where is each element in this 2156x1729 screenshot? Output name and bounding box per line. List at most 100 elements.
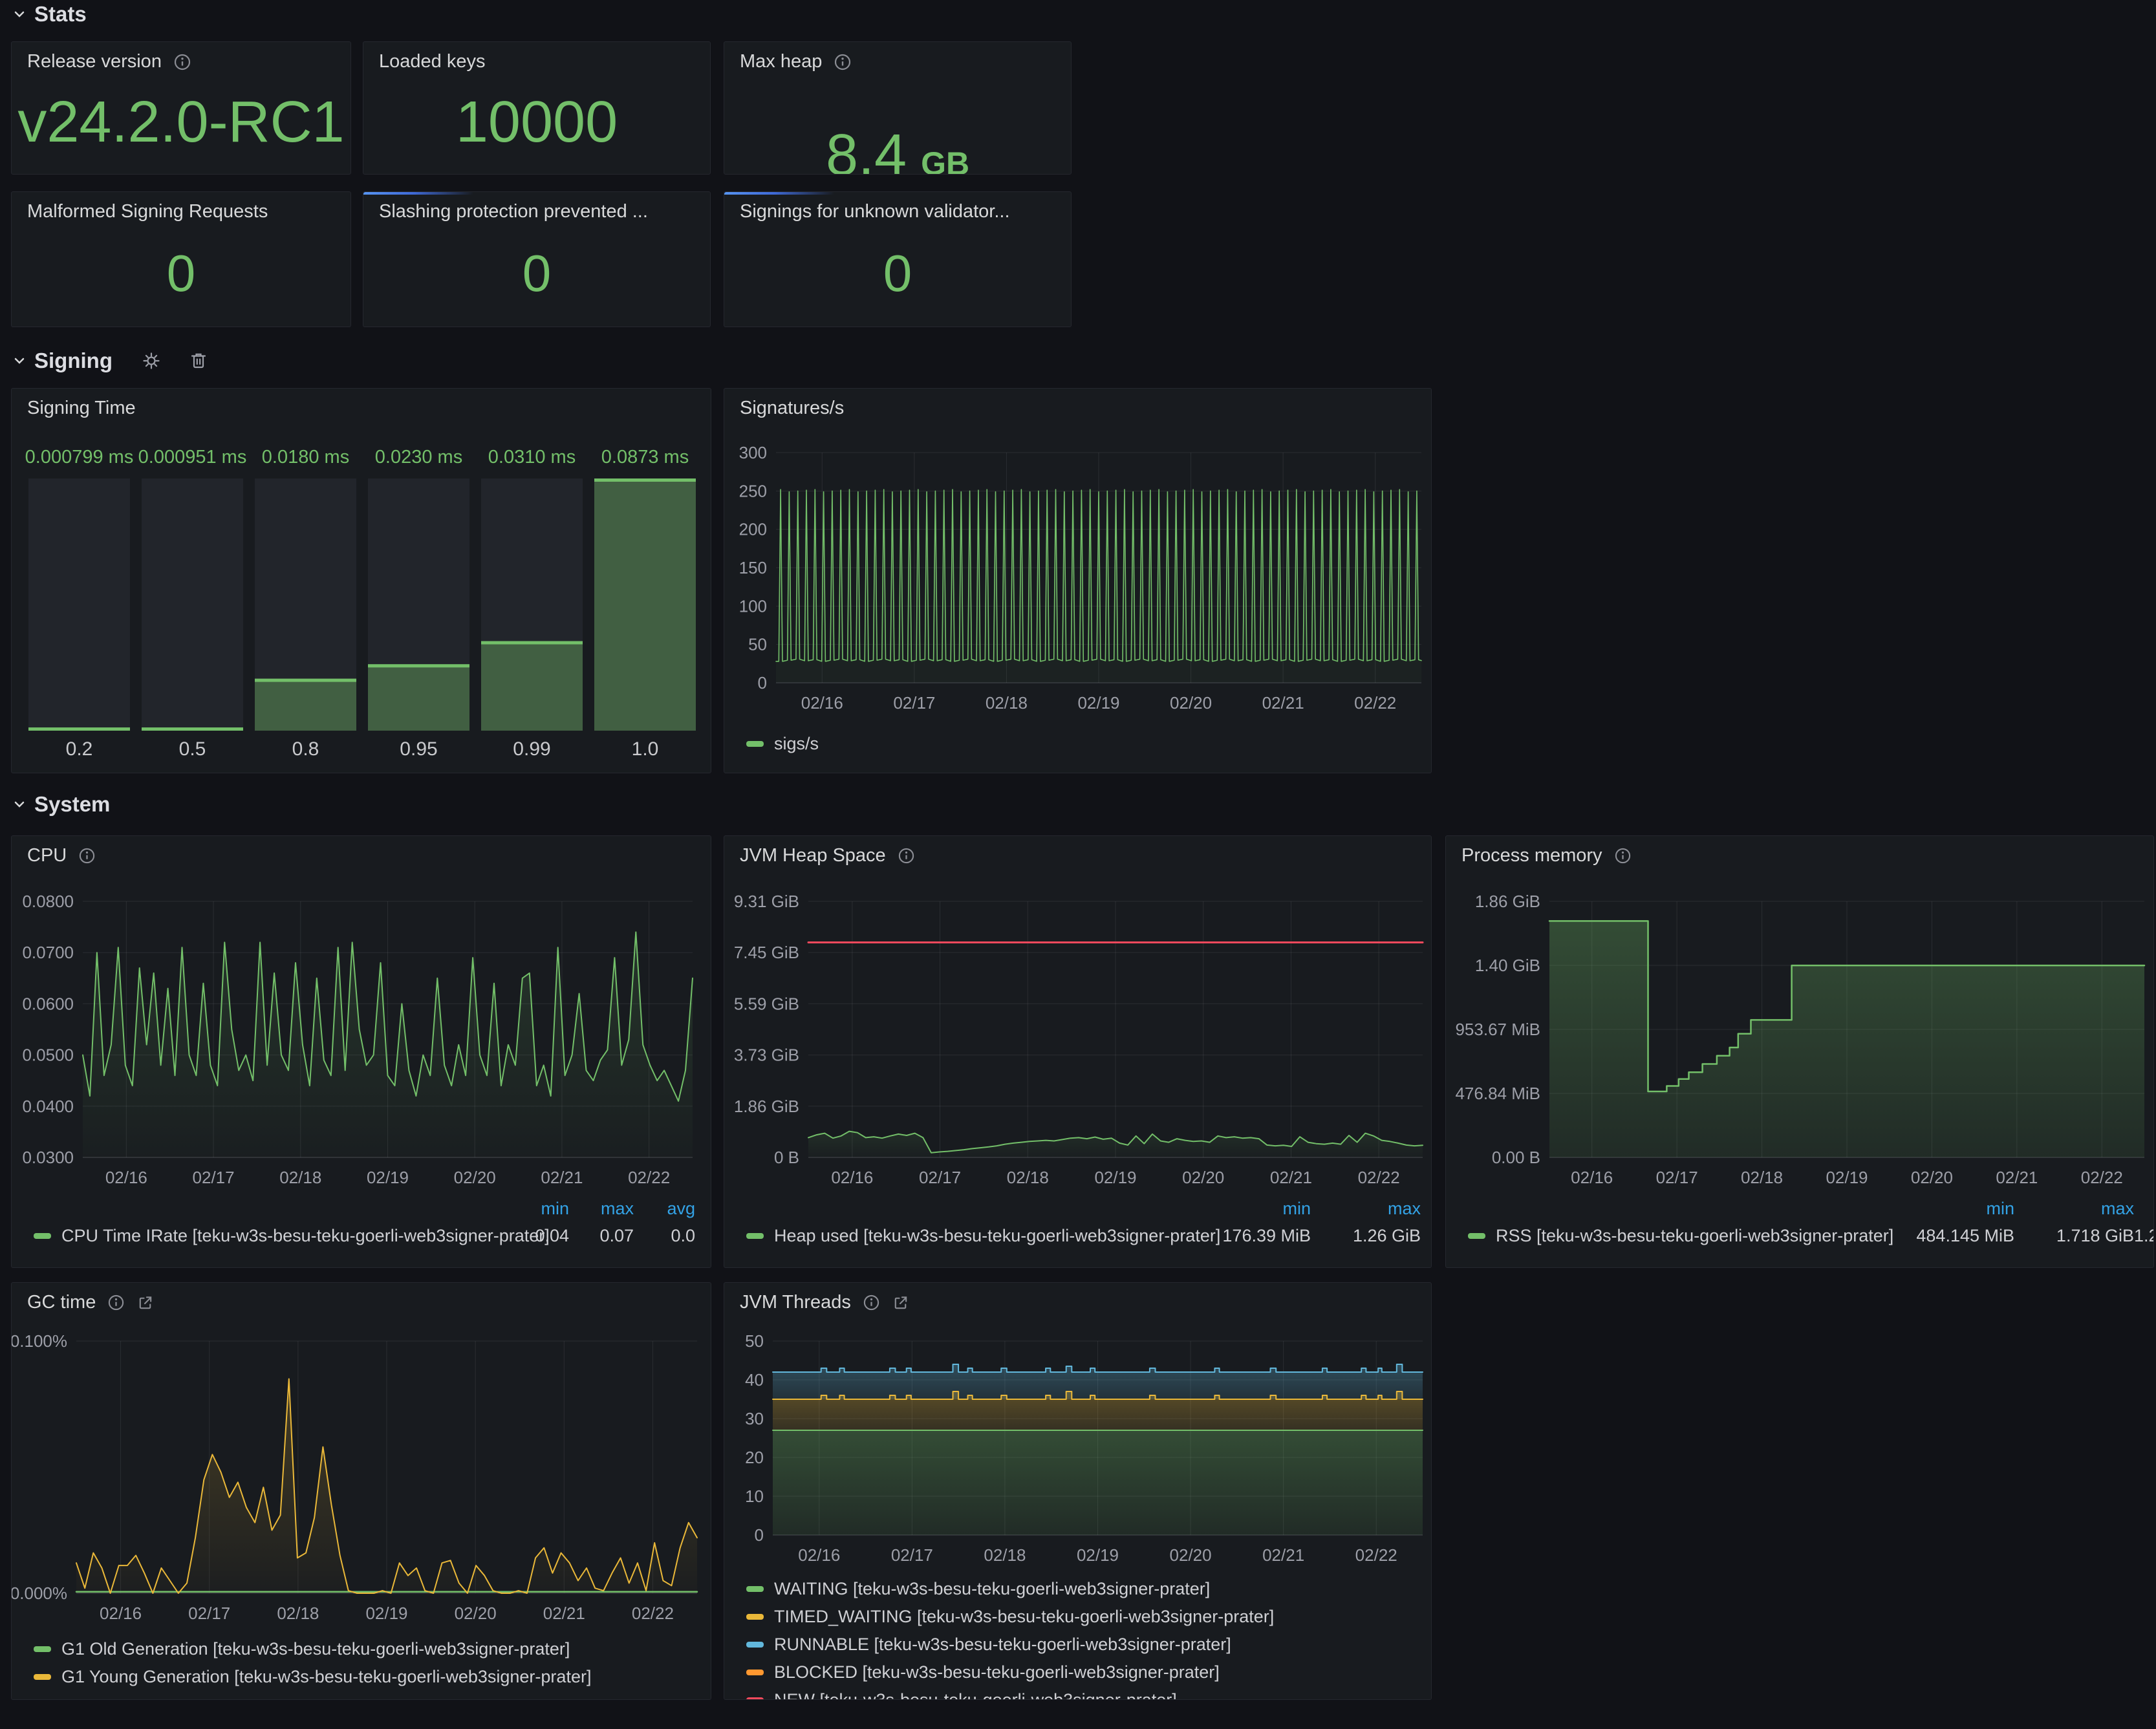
svg-text:7.45 GiB: 7.45 GiB <box>734 943 799 962</box>
panel-cpu[interactable]: CPU 02/1602/1702/1802/1902/2002/2102/220… <box>11 835 711 1268</box>
svg-text:0.000799 ms: 0.000799 ms <box>25 447 134 467</box>
legend-label[interactable]: RSS [teku-w3s-besu-teku-goerli-web3signe… <box>1496 1226 1893 1246</box>
panel-max-heap[interactable]: Max heap 8.4GB <box>724 41 1072 175</box>
panel-signatures[interactable]: Signatures/s 02/1602/1702/1802/1902/2002… <box>724 388 1432 773</box>
legend-item[interactable]: TIMED_WAITING [teku-w3s-besu-teku-goerli… <box>746 1603 1421 1631</box>
svg-text:02/17: 02/17 <box>891 1545 933 1565</box>
legend-label[interactable]: sigs/s <box>774 734 819 754</box>
trash-icon[interactable] <box>189 350 208 371</box>
legend-item[interactable]: BLOCKED [teku-w3s-besu-teku-goerli-web3s… <box>746 1659 1421 1686</box>
legend-label[interactable]: WAITING [teku-w3s-besu-teku-goerli-web3s… <box>774 1579 1210 1599</box>
legend-label[interactable]: NEW [teku-w3s-besu-teku-goerli-web3signe… <box>774 1690 1177 1700</box>
legend-swatch <box>746 1670 764 1675</box>
legend-label[interactable]: G1 Young Generation [teku-w3s-besu-teku-… <box>61 1667 591 1687</box>
legend-item[interactable]: sigs/s <box>746 730 1421 758</box>
gc-time-legend: G1 Old Generation [teku-w3s-besu-teku-go… <box>34 1635 700 1691</box>
panel-title[interactable]: Max heap <box>740 51 852 72</box>
section-label: System <box>34 792 110 817</box>
legend-stat-header[interactable]: min <box>1895 1199 2014 1219</box>
panel-process-memory[interactable]: Process memory 02/1602/1702/1802/1902/20… <box>1445 835 2154 1268</box>
legend-item[interactable]: RUNNABLE [teku-w3s-besu-teku-goerli-web3… <box>746 1631 1421 1659</box>
panel-title[interactable]: Slashing protection prevented ... <box>379 201 648 222</box>
legend-stat-value: 0.07 <box>569 1226 634 1246</box>
legend-stat-header[interactable]: max <box>569 1199 634 1219</box>
legend-item[interactable]: CPU Time IRate [teku-w3s-besu-teku-goerl… <box>34 1221 695 1250</box>
panel-loading-bar <box>363 192 473 195</box>
svg-text:5.59 GiB: 5.59 GiB <box>734 994 799 1013</box>
svg-text:0.99: 0.99 <box>513 738 550 760</box>
legend-swatch <box>34 1646 51 1652</box>
panel-unknown-validator[interactable]: Signings for unknown validator... 0 <box>724 191 1072 327</box>
legend-swatch <box>746 1586 764 1592</box>
legend-stat-header[interactable]: min <box>504 1199 569 1219</box>
stat-value: 0 <box>12 227 350 320</box>
panel-title-text: Malformed Signing Requests <box>27 201 268 222</box>
svg-text:0.00 B: 0.00 B <box>1492 1148 1540 1167</box>
panel-title-text: Slashing protection prevented ... <box>379 201 648 222</box>
legend-item[interactable]: WAITING [teku-w3s-besu-teku-goerli-web3s… <box>746 1575 1421 1603</box>
legend-label[interactable]: CPU Time IRate [teku-w3s-besu-teku-goerl… <box>61 1226 550 1246</box>
svg-text:02/22: 02/22 <box>2081 1168 2123 1187</box>
stat-value: v24.2.0-RC1 <box>12 77 350 167</box>
legend-stat-header[interactable]: avg <box>634 1199 695 1219</box>
svg-text:20: 20 <box>745 1448 764 1467</box>
section-header-system[interactable]: System <box>14 790 110 819</box>
panel-title[interactable]: Malformed Signing Requests <box>27 201 268 222</box>
panel-title[interactable]: Release version <box>27 51 191 72</box>
svg-text:02/22: 02/22 <box>628 1168 670 1187</box>
svg-text:02/19: 02/19 <box>1094 1168 1136 1187</box>
legend-item[interactable]: G1 Young Generation [teku-w3s-besu-teku-… <box>34 1663 700 1691</box>
panel-loaded-keys[interactable]: Loaded keys 10000 <box>363 41 711 175</box>
svg-text:1.40 GiB: 1.40 GiB <box>1475 956 1540 975</box>
svg-text:02/19: 02/19 <box>367 1168 409 1187</box>
svg-text:100: 100 <box>739 596 767 616</box>
panel-slashing-prevented[interactable]: Slashing protection prevented ... 0 <box>363 191 711 327</box>
legend-item[interactable]: G1 Old Generation [teku-w3s-besu-teku-go… <box>34 1635 700 1663</box>
legend-label[interactable]: TIMED_WAITING [teku-w3s-besu-teku-goerli… <box>774 1607 1274 1627</box>
info-icon[interactable] <box>834 53 852 71</box>
svg-text:02/17: 02/17 <box>893 693 935 713</box>
svg-text:0.5: 0.5 <box>179 738 206 760</box>
svg-text:02/22: 02/22 <box>1354 693 1396 713</box>
panel-jvm-heap[interactable]: JVM Heap Space 02/1602/1702/1802/1902/20… <box>724 835 1432 1268</box>
legend-swatch <box>1468 1233 1485 1239</box>
legend-label[interactable]: G1 Old Generation [teku-w3s-besu-teku-go… <box>61 1639 570 1659</box>
gear-icon[interactable] <box>141 350 162 371</box>
panel-title[interactable]: Loaded keys <box>379 51 485 72</box>
svg-text:0.100%: 0.100% <box>12 1331 67 1351</box>
panel-title[interactable]: Signings for unknown validator... <box>740 201 1010 222</box>
legend-item[interactable]: NEW [teku-w3s-besu-teku-goerli-web3signe… <box>746 1686 1421 1700</box>
svg-text:40: 40 <box>745 1370 764 1390</box>
svg-text:250: 250 <box>739 481 767 500</box>
legend-item[interactable]: Heap used [teku-w3s-besu-teku-goerli-web… <box>746 1221 1421 1250</box>
legend-item[interactable]: RSS [teku-w3s-besu-teku-goerli-web3signe… <box>1468 1221 2154 1250</box>
legend-stat-header[interactable]: min <box>1201 1199 1311 1219</box>
svg-text:0.0310 ms: 0.0310 ms <box>488 447 576 467</box>
panel-title-text: Signings for unknown validator... <box>740 201 1010 222</box>
signatures-chart[interactable]: 02/1602/1702/1802/1902/2002/2102/2205010… <box>724 389 1432 773</box>
panel-signing-time[interactable]: Signing Time 0.000799 ms0.20.000951 ms0.… <box>11 388 711 773</box>
info-icon[interactable] <box>173 53 191 71</box>
svg-text:0.0700: 0.0700 <box>22 943 74 962</box>
legend-label[interactable]: RUNNABLE [teku-w3s-besu-teku-goerli-web3… <box>774 1635 1231 1655</box>
panel-release-version[interactable]: Release version v24.2.0-RC1 <box>11 41 351 175</box>
legend-stat-header[interactable]: max <box>1311 1199 1421 1219</box>
panel-gc-time[interactable]: GC time 02/1602/1702/1802/1902/2002/2102… <box>11 1282 711 1700</box>
legend-label[interactable]: BLOCKED [teku-w3s-besu-teku-goerli-web3s… <box>774 1662 1220 1682</box>
svg-text:02/18: 02/18 <box>277 1604 319 1623</box>
section-header-stats[interactable]: Stats <box>14 0 87 28</box>
panel-malformed-requests[interactable]: Malformed Signing Requests 0 <box>11 191 351 327</box>
signing-time-bar-gauge[interactable]: 0.000799 ms0.20.000951 ms0.50.0180 ms0.8… <box>12 389 711 773</box>
legend-swatch <box>34 1674 51 1680</box>
svg-text:3.73 GiB: 3.73 GiB <box>734 1046 799 1065</box>
section-header-signing[interactable]: Signing <box>14 347 208 375</box>
legend-stat-header[interactable]: max <box>2014 1199 2134 1219</box>
svg-text:02/17: 02/17 <box>919 1168 961 1187</box>
panel-jvm-threads[interactable]: JVM Threads 02/1602/1702/1802/1902/2002/… <box>724 1282 1432 1700</box>
legend-label[interactable]: Heap used [teku-w3s-besu-teku-goerli-web… <box>774 1226 1220 1246</box>
svg-text:02/18: 02/18 <box>279 1168 321 1187</box>
stat-value: 0 <box>724 227 1071 320</box>
svg-text:0.0400: 0.0400 <box>22 1097 74 1116</box>
svg-text:02/20: 02/20 <box>1170 693 1212 713</box>
legend-stat-value: 0.04 <box>504 1226 569 1246</box>
